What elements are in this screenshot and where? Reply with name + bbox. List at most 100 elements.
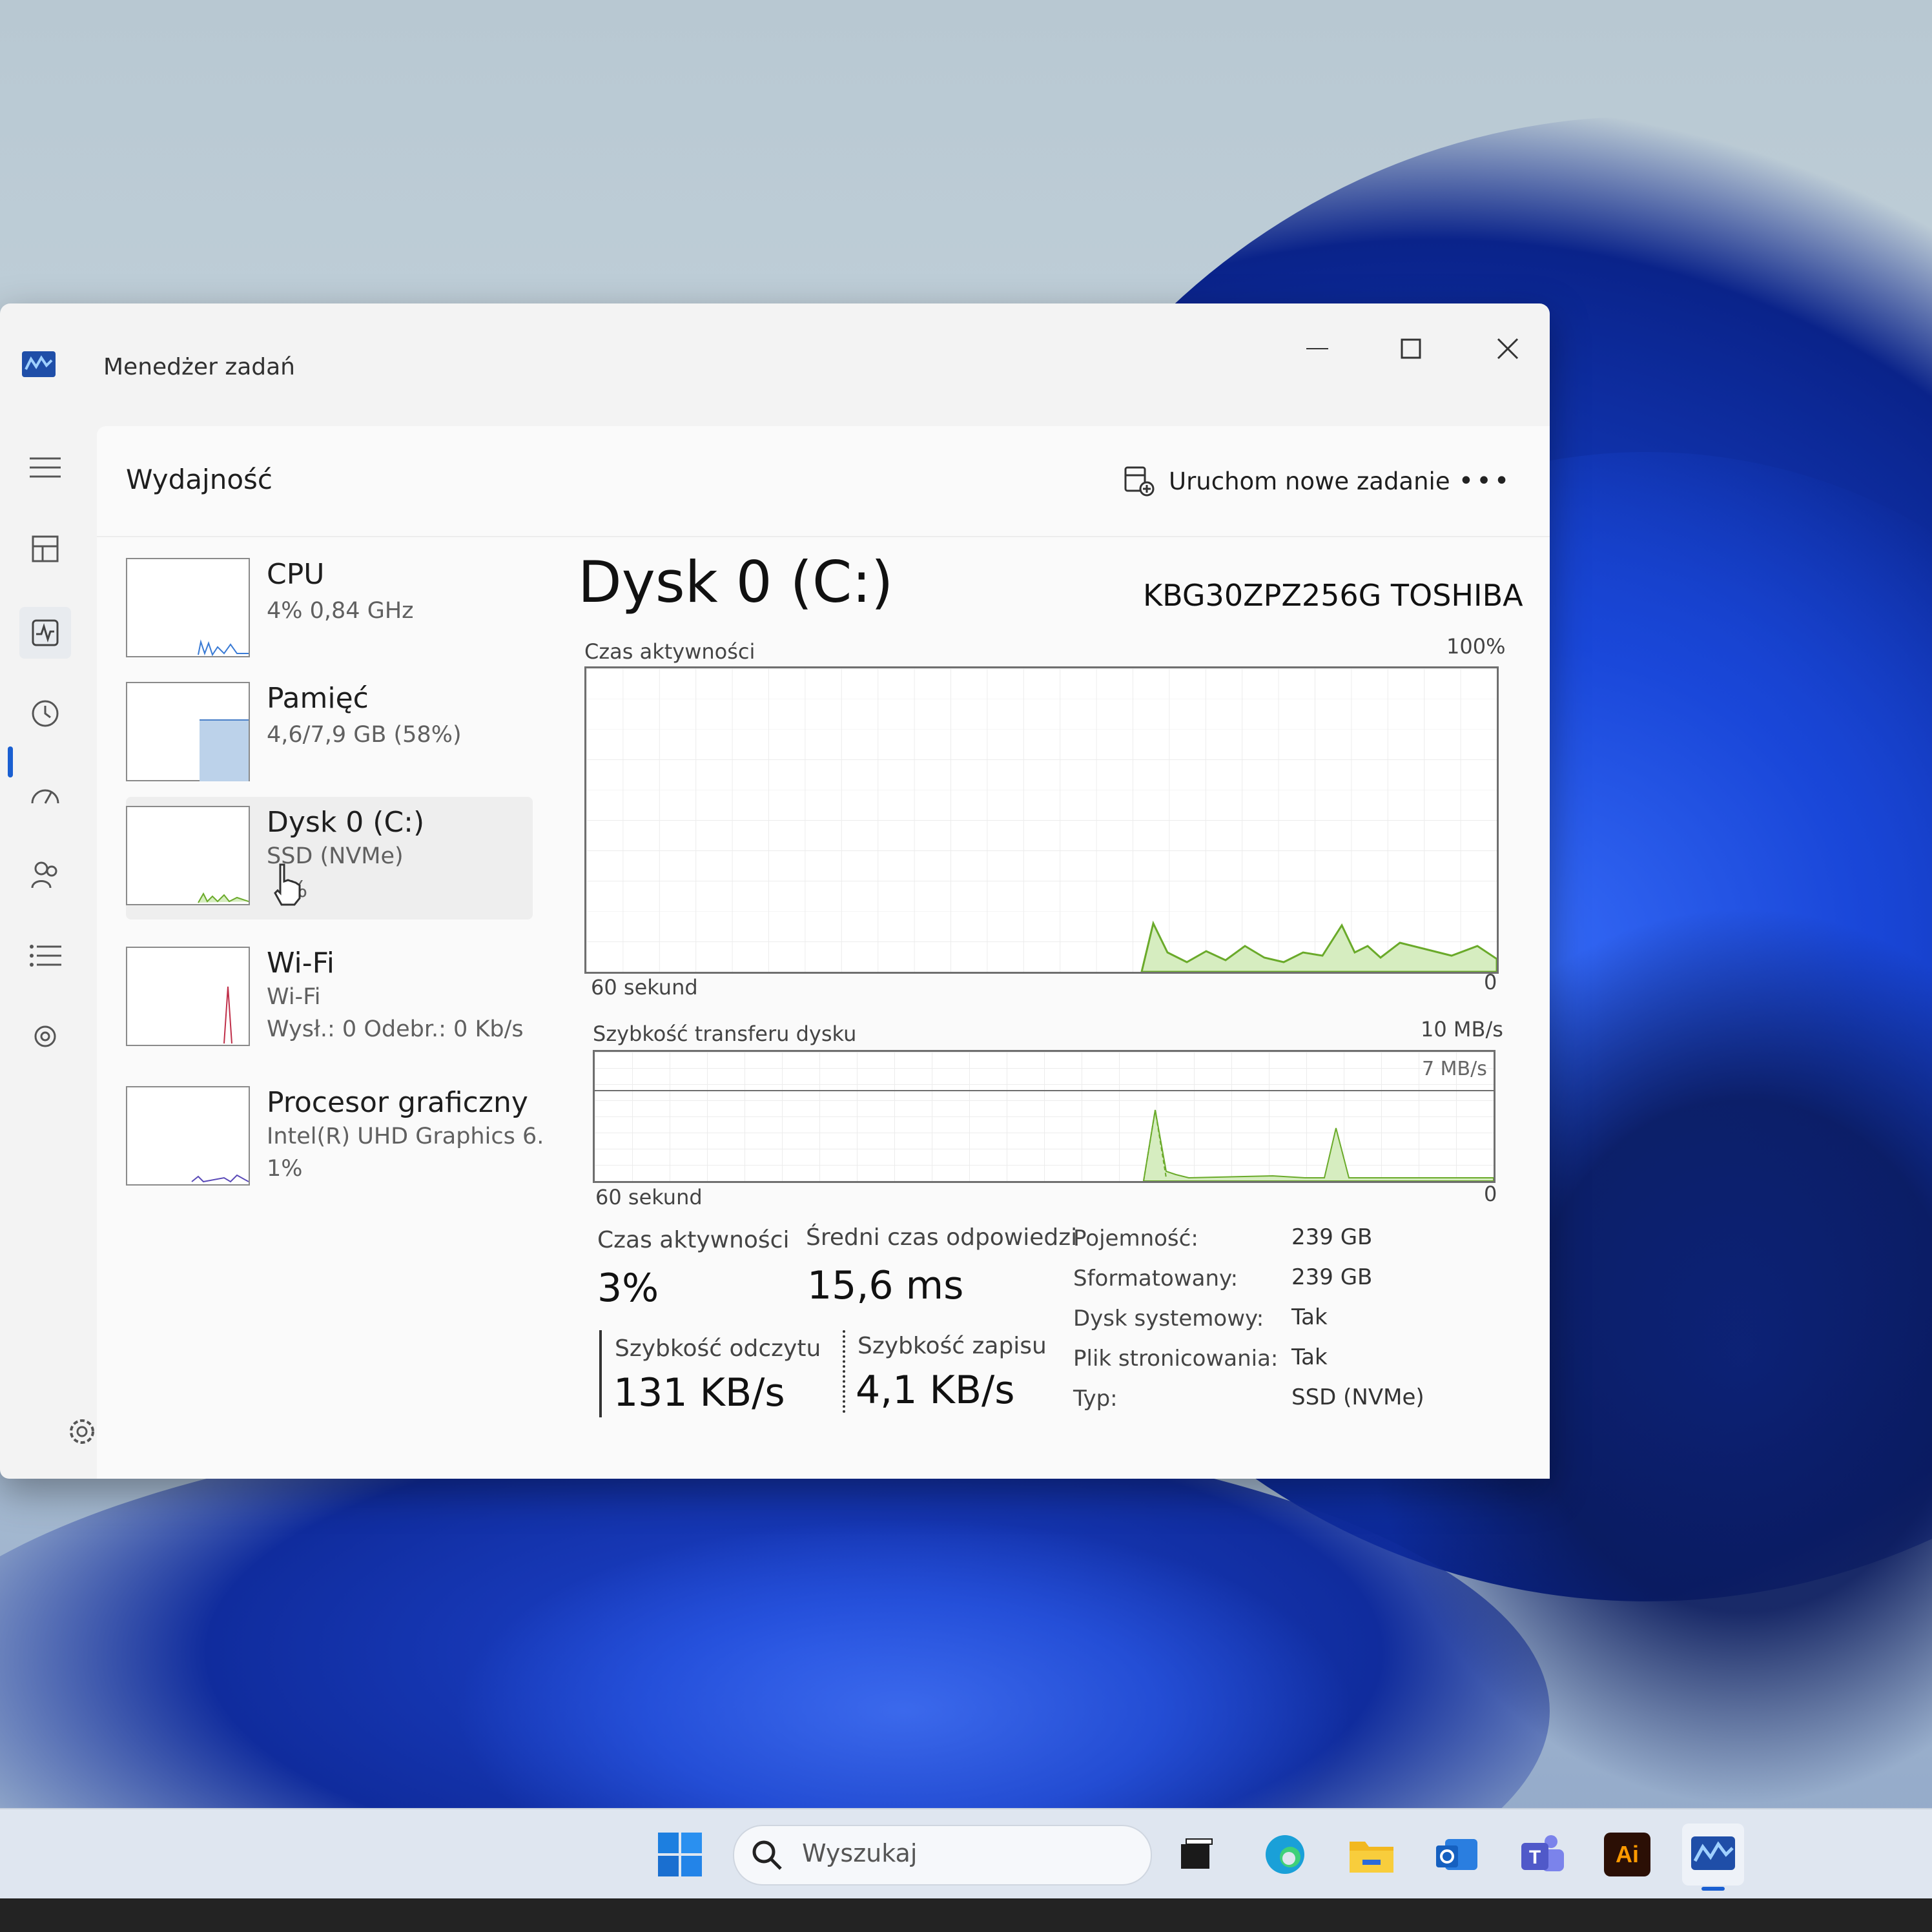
graph2-max-label: 10 MB/s xyxy=(1421,1017,1503,1042)
hamburger-icon xyxy=(30,457,61,478)
perf-item-name: Wi-Fi xyxy=(267,947,334,980)
maximize-button[interactable] xyxy=(1375,323,1446,375)
svg-text:T: T xyxy=(1529,1847,1541,1868)
write-speed-stat-label: Szybkość zapisu xyxy=(858,1333,1047,1359)
more-options-button[interactable]: ••• xyxy=(1459,458,1511,504)
perf-item-detail: 4,6/7,9 GB (58%) xyxy=(267,722,462,748)
graph2-min-label: 0 xyxy=(1484,1182,1497,1206)
settings-button[interactable] xyxy=(65,1414,103,1453)
nav-details[interactable] xyxy=(19,930,71,981)
perf-item-name: Procesor graficzny xyxy=(267,1086,528,1119)
system-disk-value: Tak xyxy=(1291,1304,1328,1330)
active-time-stat-label: Czas aktywności xyxy=(597,1227,790,1253)
perf-item-name: CPU xyxy=(267,558,325,591)
gpu-thumbnail-graph xyxy=(126,1086,250,1186)
main-content: Wydajność Uruchom nowe zadanie ••• CPU 4… xyxy=(97,426,1550,1479)
outlook-button[interactable] xyxy=(1426,1824,1488,1886)
read-speed-stat-value: 131 KB/s xyxy=(613,1370,785,1415)
performance-icon xyxy=(32,619,59,646)
read-speed-stat-label: Szybkość odczytu xyxy=(615,1335,821,1362)
perf-item-memory[interactable]: Pamięć 4,6/7,9 GB (58%) xyxy=(126,673,533,796)
run-new-task-label: Uruchom nowe zadanie xyxy=(1169,467,1450,495)
active-time-graph xyxy=(584,666,1499,974)
perf-item-detail: Intel(R) UHD Graphics 6. xyxy=(267,1124,544,1149)
write-speed-stat-value: 4,1 KB/s xyxy=(856,1368,1015,1413)
perf-item-cpu[interactable]: CPU 4% 0,84 GHz xyxy=(126,549,533,672)
maximize-icon xyxy=(1401,338,1421,359)
system-disk-label: Dysk systemowy: xyxy=(1073,1306,1264,1331)
graph2-reference-line-label: 7 MB/s xyxy=(1422,1058,1487,1080)
capacity-value: 239 GB xyxy=(1291,1224,1373,1250)
disk-detail-title: Dysk 0 (C:) xyxy=(578,549,894,615)
taskbar-search-box[interactable]: Wyszukaj xyxy=(733,1825,1152,1886)
edge-icon xyxy=(1266,1835,1304,1874)
response-time-stat-value: 15,6 ms xyxy=(807,1263,964,1308)
response-time-stat-label: Średni czas odpowiedzi xyxy=(806,1224,1078,1251)
formatted-label: Sformatowany: xyxy=(1073,1266,1238,1291)
windows-start-icon xyxy=(658,1833,702,1876)
task-manager-window: Menedżer zadań Wydajność Uruchom nowe za… xyxy=(0,303,1550,1479)
memory-thumbnail-graph xyxy=(126,682,250,781)
running-app-indicator xyxy=(1701,1887,1725,1891)
run-new-task-button[interactable]: Uruchom nowe zadanie xyxy=(1111,452,1463,510)
folder-icon xyxy=(1350,1842,1393,1873)
page-file-value: Tak xyxy=(1291,1344,1328,1370)
graph1-max-label: 100% xyxy=(1446,634,1506,659)
perf-item-detail: Wi-Fi xyxy=(267,984,321,1010)
cpu-thumbnail-graph xyxy=(126,558,250,657)
edge-browser-button[interactable] xyxy=(1254,1824,1316,1886)
users-icon xyxy=(31,861,57,889)
mouse-cursor-hand-icon xyxy=(271,862,303,910)
perf-item-detail: 4% 0,84 GHz xyxy=(267,598,414,624)
wifi-thumbnail-graph xyxy=(126,947,250,1046)
graph1-label: Czas aktywności xyxy=(584,639,755,664)
perf-item-detail: 1% xyxy=(267,1156,303,1182)
start-button[interactable] xyxy=(649,1824,711,1886)
perf-item-name: Pamięć xyxy=(267,682,369,715)
title-bar: Menedżer zadań xyxy=(0,303,1550,407)
hamburger-menu-button[interactable] xyxy=(19,442,71,493)
task-view-button[interactable] xyxy=(1166,1824,1228,1886)
nav-processes[interactable] xyxy=(19,523,71,575)
services-puzzle-icon xyxy=(34,1025,56,1047)
graph2-timespan-label: 60 sekund xyxy=(595,1185,703,1209)
window-title: Menedżer zadań xyxy=(103,354,295,380)
type-value: SSD (NVMe) xyxy=(1291,1384,1424,1410)
read-speed-indicator-line xyxy=(599,1330,602,1417)
gear-icon xyxy=(70,1419,94,1444)
new-task-icon xyxy=(1124,466,1155,497)
disk-model-name: KBG30ZPZ256G TOSHIBA xyxy=(1143,578,1523,613)
perf-item-disk-0[interactable]: Dysk 0 (C:) SSD (NVMe) % xyxy=(126,797,533,920)
close-button[interactable] xyxy=(1472,323,1543,375)
type-label: Typ: xyxy=(1073,1386,1118,1412)
perf-item-name: Dysk 0 (C:) xyxy=(267,806,425,839)
nav-performance[interactable] xyxy=(19,607,71,659)
adobe-illustrator-button[interactable]: Ai xyxy=(1596,1824,1658,1886)
perf-item-wifi[interactable]: Wi-Fi Wi-Fi Wysł.: 0 Odebr.: 0 Kb/s xyxy=(126,938,533,1060)
content-header: Wydajność Uruchom nowe zadanie ••• xyxy=(97,426,1550,537)
details-list-icon xyxy=(30,945,61,967)
nav-services[interactable] xyxy=(19,1011,71,1062)
formatted-value: 239 GB xyxy=(1291,1264,1373,1290)
page-title: Wydajność xyxy=(126,464,273,495)
processes-icon xyxy=(32,535,59,562)
nav-users[interactable] xyxy=(19,849,71,901)
graph1-min-label: 0 xyxy=(1484,970,1497,994)
minimize-button[interactable] xyxy=(1282,323,1353,375)
startup-gauge-icon xyxy=(31,789,59,804)
task-manager-icon xyxy=(1691,1836,1735,1870)
task-manager-taskbar-button[interactable] xyxy=(1682,1824,1744,1891)
outlook-icon xyxy=(1436,1839,1477,1870)
task-manager-app-icon xyxy=(22,351,56,377)
perf-item-detail: Wysł.: 0 Odebr.: 0 Kb/s xyxy=(267,1016,524,1042)
teams-button[interactable]: T xyxy=(1511,1824,1573,1886)
nav-app-history[interactable] xyxy=(19,688,71,739)
taskbar: Wyszukaj T Ai xyxy=(0,1808,1932,1900)
search-icon xyxy=(752,1840,782,1870)
history-icon xyxy=(32,700,59,727)
file-explorer-button[interactable] xyxy=(1341,1824,1403,1886)
teams-icon: T xyxy=(1521,1835,1564,1871)
close-icon xyxy=(1497,338,1519,360)
perf-item-gpu[interactable]: Procesor graficzny Intel(R) UHD Graphics… xyxy=(126,1077,544,1200)
nav-startup-apps[interactable] xyxy=(19,768,71,820)
